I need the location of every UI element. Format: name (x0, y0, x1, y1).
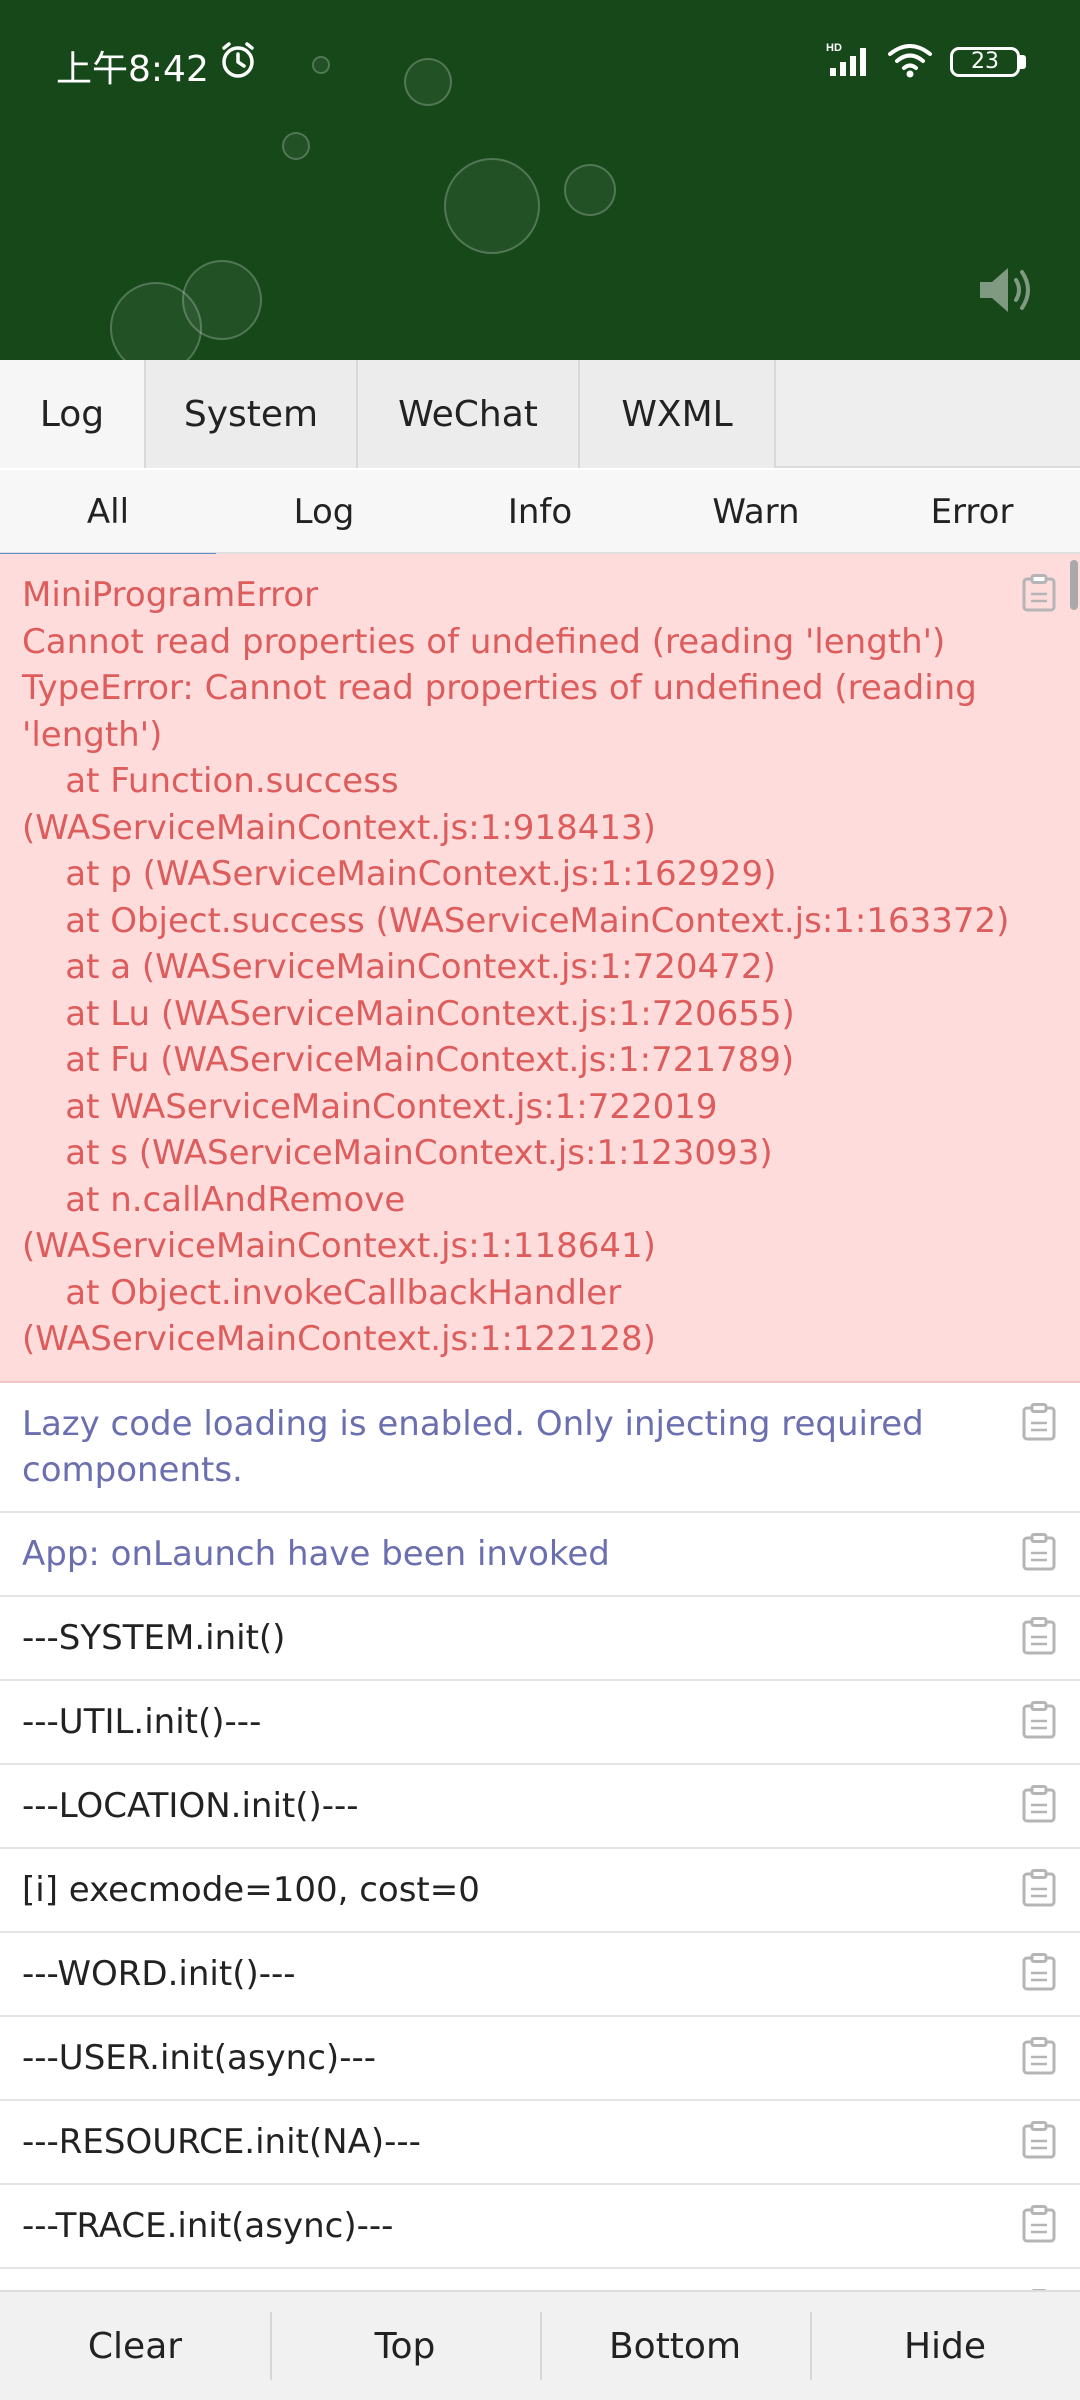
tab-wxml[interactable]: WXML (580, 360, 776, 468)
tab-bar-filler (776, 360, 1080, 466)
filter-all[interactable]: All (0, 470, 216, 556)
filter-error[interactable]: Error (864, 470, 1080, 554)
log-entry-line: at a (WAServiceMainContext.js:1:720472) (22, 947, 776, 987)
log-entry-line: MiniProgramError (22, 575, 319, 615)
log-entry-line: at Object.success (WAServiceMainContext.… (22, 900, 1010, 941)
speaker-icon[interactable] (974, 258, 1038, 322)
filter-log[interactable]: Log (216, 470, 432, 554)
status-time: 上午8:42 (56, 49, 209, 90)
copy-icon[interactable] (1022, 1532, 1056, 1571)
log-entry-line: at p (WAServiceMainContext.js:1:162929) (22, 854, 777, 894)
log-entry-line: at n.callAndRemove (22, 1179, 406, 1220)
copy-icon[interactable] (1022, 574, 1056, 612)
log-entry: [i] execmode=100, cost=0 (0, 1849, 1080, 1933)
log-entry-line: at s (WAServiceMainContext.js:1:123093) (22, 1133, 773, 1173)
copy-icon[interactable] (1022, 1784, 1056, 1823)
top-button[interactable]: Top (270, 2292, 540, 2400)
log-entry: ---TRACE.init(async)--- (0, 2185, 1080, 2269)
log-entry-line: Lazy code loading is enabled. Only injec… (22, 1403, 924, 1444)
svg-text:HD: HD (826, 42, 842, 54)
hide-button[interactable]: Hide (810, 2292, 1080, 2400)
filter-tab-bar: All Log Info Warn Error (0, 470, 1080, 556)
log-entry-line: at Lu (WAServiceMainContext.js:1:720655) (22, 993, 795, 1034)
copy-icon[interactable] (1022, 1616, 1056, 1655)
copy-icon[interactable] (1022, 1868, 1056, 1907)
log-entry-line: (WAServiceMainContext.js:1:122128) (22, 1319, 656, 1359)
log-entry: ---SYSTEM.init() (0, 1597, 1080, 1681)
log-entry: ---DiagModel.info=21091116AC,platform=an… (0, 2269, 1080, 2290)
main-tab-bar: Log System WeChat WXML (0, 360, 1080, 468)
copy-icon[interactable] (1022, 1952, 1056, 1991)
log-entry-info: App: onLaunch have been invoked (0, 1513, 1080, 1597)
log-entry-line: ---USER.init(async)--- (22, 2037, 376, 2078)
log-entry-line: [i] execmode=100, cost=0 (22, 1869, 480, 1910)
copy-icon[interactable] (1022, 1402, 1056, 1441)
log-entry-line: TypeError: Cannot read properties of und… (22, 668, 977, 708)
filter-info[interactable]: Info (432, 470, 648, 554)
log-entry-line: ---SYSTEM.init() (22, 1617, 286, 1658)
log-entry: ---USER.init(async)--- (0, 2017, 1080, 2101)
log-entry: ---UTIL.init()--- (0, 1681, 1080, 1765)
log-entry-line: (WAServiceMainContext.js:1:918413) (22, 807, 656, 848)
log-entry-line: App: onLaunch have been invoked (22, 1533, 610, 1574)
signal-icon: HD (826, 42, 866, 76)
wifi-icon (888, 44, 932, 78)
log-entry-line: Cannot read properties of undefined (rea… (22, 621, 946, 662)
log-entry-line: (WAServiceMainContext.js:1:118641) (22, 1226, 656, 1266)
tab-wechat[interactable]: WeChat (358, 360, 580, 468)
clear-button[interactable]: Clear (0, 2292, 270, 2400)
battery-cap (1020, 55, 1026, 69)
tab-system[interactable]: System (146, 360, 358, 468)
copy-icon[interactable] (1022, 2120, 1056, 2159)
log-entry: ---RESOURCE.init(NA)--- (0, 2101, 1080, 2185)
copy-icon[interactable] (1022, 2204, 1056, 2243)
bottom-button[interactable]: Bottom (540, 2292, 810, 2400)
log-entry-line: at Object.invokeCallbackHandler (22, 1272, 622, 1313)
scrollbar[interactable] (1070, 560, 1078, 610)
copy-icon[interactable] (1022, 1700, 1056, 1739)
log-entry: ---WORD.init()--- (0, 1933, 1080, 2017)
log-entry-info: Lazy code loading is enabled. Only injec… (0, 1383, 1080, 1513)
alarm-icon (222, 42, 254, 78)
log-entry: ---LOCATION.init()--- (0, 1765, 1080, 1849)
log-entry-line: ---TRACE.init(async)--- (22, 2205, 394, 2246)
log-entry-line: at Fu (WAServiceMainContext.js:1:721789) (22, 1040, 795, 1080)
log-entry-line: ---LOCATION.init()--- (22, 1785, 359, 1826)
log-entry-line: ---RESOURCE.init(NA)--- (22, 2121, 421, 2162)
log-list[interactable]: MiniProgramError Cannot read properties o… (0, 554, 1080, 2290)
bubble-decoration (564, 164, 616, 216)
log-entry-line: ---WORD.init()--- (22, 1953, 296, 1994)
log-entry-line: at WAServiceMainContext.js:1:722019 (22, 1086, 718, 1127)
log-entry-line: 'length') (22, 714, 163, 755)
log-entry-line: ---UTIL.init()--- (22, 1701, 262, 1742)
tab-log[interactable]: Log (0, 360, 146, 468)
battery-level: 23 (971, 49, 999, 74)
log-entry-error: MiniProgramError Cannot read properties o… (0, 554, 1080, 1383)
bubble-decoration (444, 158, 540, 254)
bubble-decoration (282, 132, 310, 160)
battery-icon: 23 (950, 47, 1020, 77)
bottom-toolbar: Clear Top Bottom Hide (0, 2290, 1080, 2400)
status-bar: 上午8:42 HD 23 (0, 0, 1080, 120)
filter-warn[interactable]: Warn (648, 470, 864, 554)
log-entry-line: components. (22, 1449, 243, 1490)
copy-icon[interactable] (1022, 2036, 1056, 2075)
header-banner: 上午8:42 HD 23 (0, 0, 1080, 360)
log-entry-line: at Function.success (22, 761, 399, 801)
